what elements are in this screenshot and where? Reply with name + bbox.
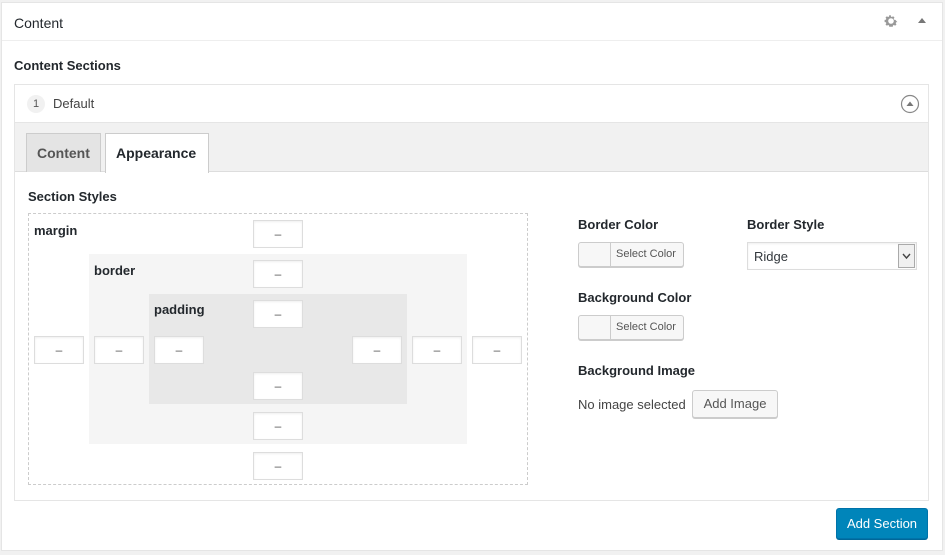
gear-icon[interactable] (883, 13, 899, 29)
background-image-label: Background Image (578, 363, 696, 378)
background-color-button-label: Select Color (616, 321, 676, 333)
circle-arrow-up-icon[interactable] (900, 94, 920, 114)
content-panel: Content Content Sections 1 Default Conte… (1, 2, 943, 551)
background-color-label: Background Color (578, 290, 692, 305)
add-image-button[interactable]: Add Image (692, 390, 778, 418)
no-image-text: No image selected (578, 397, 686, 412)
border-style-value: Ridge (754, 249, 788, 264)
panel-title: Content (14, 15, 64, 31)
content-sections-label: Content Sections (14, 58, 121, 73)
padding-top-input[interactable]: – (253, 300, 303, 328)
border-bottom-input[interactable]: – (253, 412, 303, 440)
margin-right-input[interactable]: – (472, 336, 522, 364)
border-color-label: Border Color (578, 217, 659, 232)
border-color-swatch (579, 243, 611, 266)
section-number: 1 (27, 95, 45, 113)
border-right-input[interactable]: – (412, 336, 462, 364)
padding-left-input[interactable]: – (154, 336, 204, 364)
padding-right-input[interactable]: – (352, 336, 402, 364)
background-color-picker[interactable]: Select Color (578, 315, 684, 340)
margin-bottom-input[interactable]: – (253, 452, 303, 480)
border-style-label: Border Style (747, 217, 825, 232)
section-item: 1 Default Content Appearance Section Sty… (14, 84, 929, 501)
section-header[interactable]: 1 Default (15, 85, 928, 123)
border-style-select[interactable]: Ridge (747, 242, 917, 270)
background-color-swatch (579, 316, 611, 339)
tab-content[interactable]: Content (26, 133, 101, 172)
padding-bottom-input[interactable]: – (253, 372, 303, 400)
triangle-up-icon[interactable] (917, 16, 927, 26)
panel-header[interactable]: Content (2, 3, 942, 41)
border-label: border (94, 263, 136, 278)
padding-label: padding (154, 302, 205, 317)
section-name: Default (53, 96, 95, 111)
tab-appearance[interactable]: Appearance (105, 133, 209, 173)
margin-top-input[interactable]: – (253, 220, 303, 248)
margin-left-input[interactable]: – (34, 336, 84, 364)
tab-bar: Content Appearance (15, 123, 928, 173)
border-color-button-label: Select Color (616, 248, 676, 260)
border-top-input[interactable]: – (253, 260, 303, 288)
box-model-editor: margin border padding – – – – – – – – – … (28, 213, 528, 485)
add-section-button[interactable]: Add Section (836, 508, 928, 539)
section-styles-label: Section Styles (28, 189, 117, 204)
border-left-input[interactable]: – (94, 336, 144, 364)
margin-label: margin (34, 223, 78, 238)
border-color-picker[interactable]: Select Color (578, 242, 684, 267)
chevron-down-icon (898, 244, 915, 268)
